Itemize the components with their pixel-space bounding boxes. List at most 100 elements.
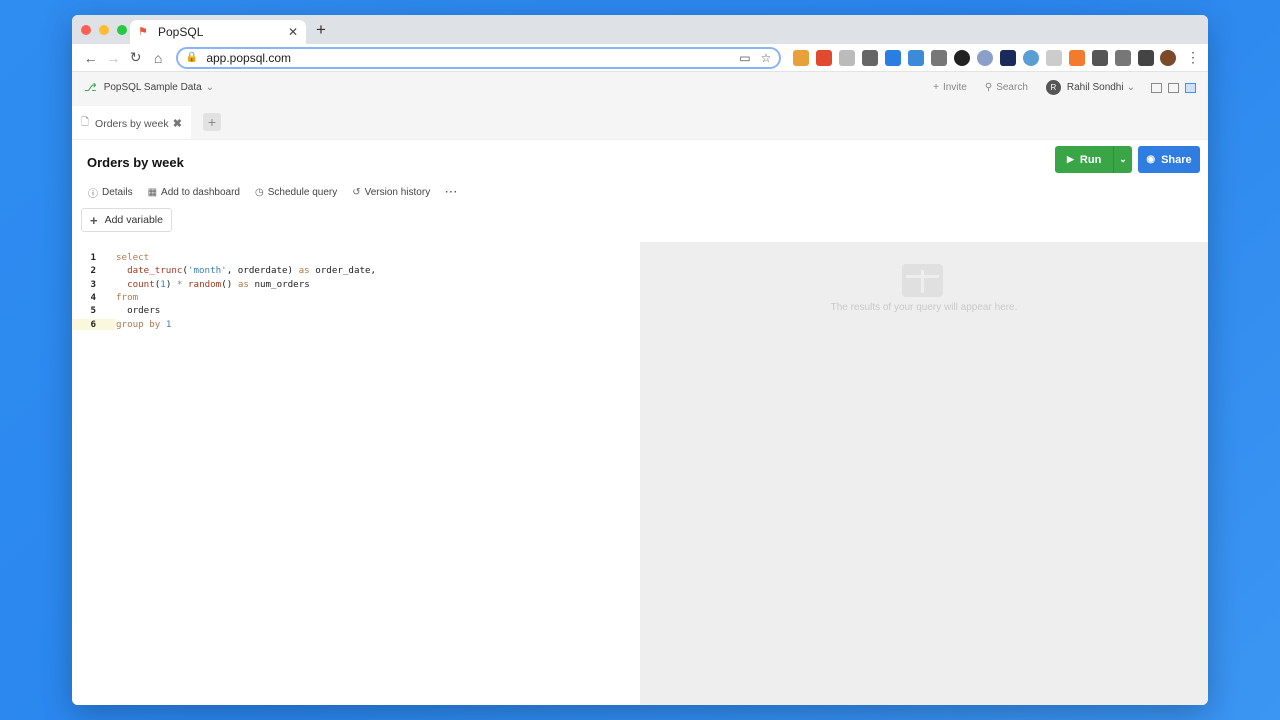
browser-tab-title: PopSQL (158, 25, 204, 39)
chevron-down-icon[interactable]: ⌄ (206, 82, 214, 93)
extension-icon[interactable] (1023, 49, 1040, 66)
database-selector[interactable]: PopSQL Sample Data (104, 82, 202, 93)
extensions-bar (793, 49, 1155, 66)
extension-icon[interactable] (1092, 49, 1109, 66)
popsql-favicon-icon: ⚑ (138, 26, 148, 38)
layout-left-icon[interactable] (1151, 82, 1162, 93)
add-to-dashboard-label: Add to dashboard (161, 187, 240, 198)
code-line: 5 orders (72, 304, 640, 317)
query-tab[interactable]: 🗋 Orders by week ✖ (72, 106, 191, 139)
address-bar[interactable]: 🔒 app.popsql.com ▭ ☆ (175, 46, 782, 69)
chevron-down-icon: ⌄ (1126, 82, 1135, 93)
schedule-query-button[interactable]: ◷ Schedule query (255, 185, 337, 200)
avatar: R (1045, 80, 1061, 95)
extension-icon[interactable] (1000, 49, 1017, 66)
extension-icon[interactable] (839, 49, 856, 66)
browser-window: ⚑ PopSQL ✕ + ← → ↻ ⌂ 🔒 app.popsql.com ▭ … (72, 15, 1208, 705)
info-icon: ⓘ (88, 189, 98, 200)
reload-icon[interactable]: ↻ (125, 49, 146, 66)
extension-icon[interactable] (885, 49, 902, 66)
add-variable-button[interactable]: + Add variable (81, 208, 172, 232)
layout-bottom-icon[interactable] (1168, 82, 1179, 93)
more-options-icon[interactable]: ··· (445, 185, 458, 200)
profile-avatar[interactable] (1160, 49, 1176, 66)
eye-icon: ◉ (1146, 154, 1156, 165)
run-label: Run (1079, 153, 1102, 166)
dashboard-icon: ▦ (147, 187, 158, 198)
run-button[interactable]: ▶ Run ⌄ (1055, 146, 1132, 173)
code-text: orders (116, 305, 161, 317)
extension-icon[interactable] (908, 49, 925, 66)
search-button[interactable]: ⚲ Search (985, 82, 1028, 93)
line-number: 6 (72, 318, 116, 330)
workspace: 1 select 2 date_trunc('month', orderdate… (72, 242, 1208, 705)
extension-icon[interactable] (793, 49, 810, 66)
puzzle-icon[interactable] (1138, 49, 1155, 66)
home-icon[interactable]: ⌂ (147, 50, 168, 66)
code-text: select (116, 252, 150, 264)
code-line: 4 from (72, 291, 640, 304)
forward-icon[interactable]: → (102, 50, 123, 66)
bookmark-star-icon[interactable]: ☆ (761, 51, 772, 65)
query-actions: ⓘ Details ▦ Add to dashboard ◷ Schedule … (88, 185, 458, 200)
extension-icon[interactable] (954, 49, 971, 66)
extension-icon[interactable] (862, 49, 879, 66)
app-header: ⎇ PopSQL Sample Data ⌄ + Invite ⚲ Search… (72, 72, 1208, 103)
plus-icon: + (90, 212, 98, 228)
layout-toggle-group (1151, 82, 1196, 93)
results-panel: The results of your query will appear he… (640, 242, 1208, 705)
schedule-query-label: Schedule query (267, 187, 338, 198)
browser-tab[interactable]: ⚑ PopSQL ✕ (130, 20, 306, 44)
code-line: 3 count(1) * random() as num_orders (72, 278, 640, 291)
extension-icon[interactable] (1115, 49, 1132, 66)
details-button[interactable]: ⓘ Details (88, 185, 133, 200)
new-tab-button[interactable]: + (316, 20, 326, 40)
back-icon[interactable]: ← (80, 50, 101, 66)
browser-tab-strip: ⚑ PopSQL ✕ + (72, 15, 1208, 44)
maximize-window-button[interactable] (117, 25, 127, 35)
cast-icon[interactable]: ▭ (739, 51, 750, 65)
user-menu[interactable]: R Rahil Sondhi ⌄ (1045, 80, 1135, 95)
results-empty-message: The results of your query will appear he… (830, 302, 1018, 313)
extension-icon[interactable] (816, 49, 833, 66)
invite-button[interactable]: + Invite (933, 82, 967, 93)
version-history-button[interactable]: ↺ Version history (352, 185, 430, 200)
query-tab-label: Orders by week (95, 117, 169, 130)
add-variable-label: Add variable (104, 214, 163, 226)
share-button[interactable]: ◉ Share (1138, 146, 1200, 173)
sql-editor[interactable]: 1 select 2 date_trunc('month', orderdate… (72, 242, 640, 705)
layout-right-icon[interactable] (1185, 82, 1196, 93)
code-line: 1 select (72, 251, 640, 264)
line-number: 4 (90, 292, 96, 304)
minimize-window-button[interactable] (99, 25, 109, 35)
code-text: group by 1 (116, 318, 172, 330)
plus-icon: + (933, 82, 939, 93)
browser-menu-icon[interactable]: ⋮ (1186, 49, 1200, 66)
extension-icon[interactable] (977, 49, 994, 66)
close-tab-icon[interactable]: ✕ (288, 25, 298, 39)
extension-icon[interactable] (931, 49, 948, 66)
clock-icon: ◷ (254, 187, 264, 198)
url-text: app.popsql.com (206, 50, 292, 65)
close-window-button[interactable] (81, 25, 91, 35)
window-controls (81, 25, 127, 35)
extension-icon[interactable] (1046, 49, 1063, 66)
run-main[interactable]: ▶ Run (1055, 154, 1113, 166)
search-label: Search (996, 82, 1028, 93)
lock-icon: 🔒 (185, 52, 199, 63)
add-to-dashboard-button[interactable]: ▦ Add to dashboard (148, 185, 240, 200)
run-options-chevron-icon[interactable]: ⌄ (1113, 146, 1132, 173)
search-icon: ⚲ (984, 82, 993, 93)
code-text: from (116, 292, 139, 304)
query-title[interactable]: Orders by week (87, 155, 184, 170)
new-query-tab-button[interactable]: + (203, 113, 221, 131)
user-name: Rahil Sondhi (1066, 82, 1124, 93)
code-text: date_trunc('month', orderdate) as order_… (127, 265, 377, 277)
line-number: 2 (90, 265, 96, 277)
close-tab-icon[interactable]: ✖ (173, 117, 182, 130)
share-label: Share (1161, 153, 1192, 166)
extension-icon[interactable] (1069, 49, 1086, 66)
code-line: 2 date_trunc('month', orderdate) as orde… (72, 264, 640, 277)
query-header: Orders by week ⓘ Details ▦ Add to dashbo… (72, 140, 1208, 244)
invite-label: Invite (942, 82, 967, 93)
